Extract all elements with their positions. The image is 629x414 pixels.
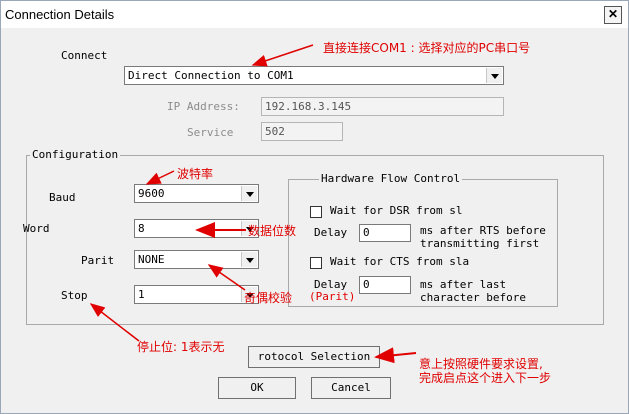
annotation-arrows [89, 44, 417, 364]
baud-arrow [145, 170, 175, 185]
parity-arrow [207, 264, 246, 291]
stop-arrow [89, 303, 140, 342]
connect-arrow [251, 44, 314, 67]
protocol-arrow [374, 347, 417, 364]
connection-details-dialog: Connection Details ✕ Connect Direct Conn… [0, 0, 629, 414]
